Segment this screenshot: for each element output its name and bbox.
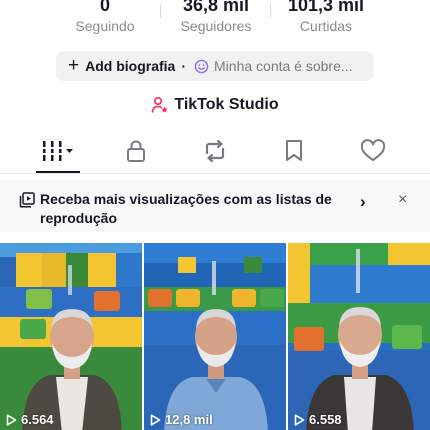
likes-stat[interactable]: 101,3 mil Curtidas xyxy=(276,0,376,35)
stat-divider xyxy=(270,4,271,18)
video-thumbnail-image xyxy=(0,243,142,430)
tab-videos[interactable] xyxy=(36,137,80,165)
tiktok-studio-button[interactable]: TikTok Studio xyxy=(0,96,430,114)
smile-icon xyxy=(194,59,209,73)
close-icon[interactable]: × xyxy=(398,191,407,209)
playlist-banner[interactable]: Receba mais visualizações com as listas … xyxy=(0,180,430,232)
video-thumbnail[interactable]: 12,8 mil xyxy=(144,243,286,430)
view-count: 6.558 xyxy=(294,412,342,427)
following-stat[interactable]: 0 Seguindo xyxy=(70,0,140,35)
grid-bars-icon xyxy=(42,141,73,161)
view-count-text: 6.564 xyxy=(21,412,54,427)
video-thumbnail[interactable]: 6.558 xyxy=(288,243,430,430)
bio-pill: + Add biografia · Minha conta é sobre... xyxy=(56,51,374,81)
stat-divider xyxy=(160,4,161,18)
studio-label: TikTok Studio xyxy=(174,96,279,113)
profile-stats: 0 Seguindo 36,8 mil Seguidores 101,3 mil… xyxy=(0,0,430,40)
tab-private[interactable] xyxy=(122,137,150,165)
video-grid: 6.564 12,8 mil 6.558 xyxy=(0,243,430,430)
repost-icon xyxy=(205,139,225,163)
add-bio-button[interactable]: + Add biografia xyxy=(68,55,176,76)
followers-label: Seguidores xyxy=(180,18,252,34)
following-count: 0 xyxy=(99,0,110,15)
tabs-divider xyxy=(0,173,430,174)
playlist-icon xyxy=(19,192,35,208)
video-thumbnail-image xyxy=(288,243,430,430)
profile-tabs xyxy=(0,133,430,173)
bio-separator: · xyxy=(181,58,187,74)
heart-icon xyxy=(360,139,386,161)
add-bio-label: Add biografia xyxy=(85,58,176,74)
bio-suggestion-button[interactable]: Minha conta é sobre... xyxy=(194,58,353,74)
view-count-text: 12,8 mil xyxy=(165,412,213,427)
play-icon xyxy=(6,413,17,426)
bookmark-icon xyxy=(286,140,302,161)
tab-liked[interactable] xyxy=(359,137,387,165)
chevron-right-icon[interactable]: › xyxy=(360,192,366,212)
likes-count: 101,3 mil xyxy=(287,0,365,15)
video-thumbnail-image xyxy=(144,243,286,430)
followers-stat[interactable]: 36,8 mil Seguidores xyxy=(172,0,260,35)
bio-hint: Minha conta é sobre... xyxy=(214,58,353,74)
lock-icon xyxy=(127,140,145,162)
likes-label: Curtidas xyxy=(299,18,353,34)
view-count: 6.564 xyxy=(6,412,54,427)
view-count: 12,8 mil xyxy=(150,412,213,427)
tab-reposts[interactable] xyxy=(200,137,230,165)
following-label: Seguindo xyxy=(75,18,135,34)
banner-text: Receba mais visualizações com as listas … xyxy=(40,191,332,226)
tab-saved[interactable] xyxy=(282,137,306,165)
video-thumbnail[interactable]: 6.564 xyxy=(0,243,142,430)
play-icon xyxy=(294,413,305,426)
followers-count: 36,8 mil xyxy=(182,0,250,15)
view-count-text: 6.558 xyxy=(309,412,342,427)
play-icon xyxy=(150,413,161,426)
plus-icon: + xyxy=(68,55,80,76)
studio-person-icon xyxy=(152,96,169,113)
